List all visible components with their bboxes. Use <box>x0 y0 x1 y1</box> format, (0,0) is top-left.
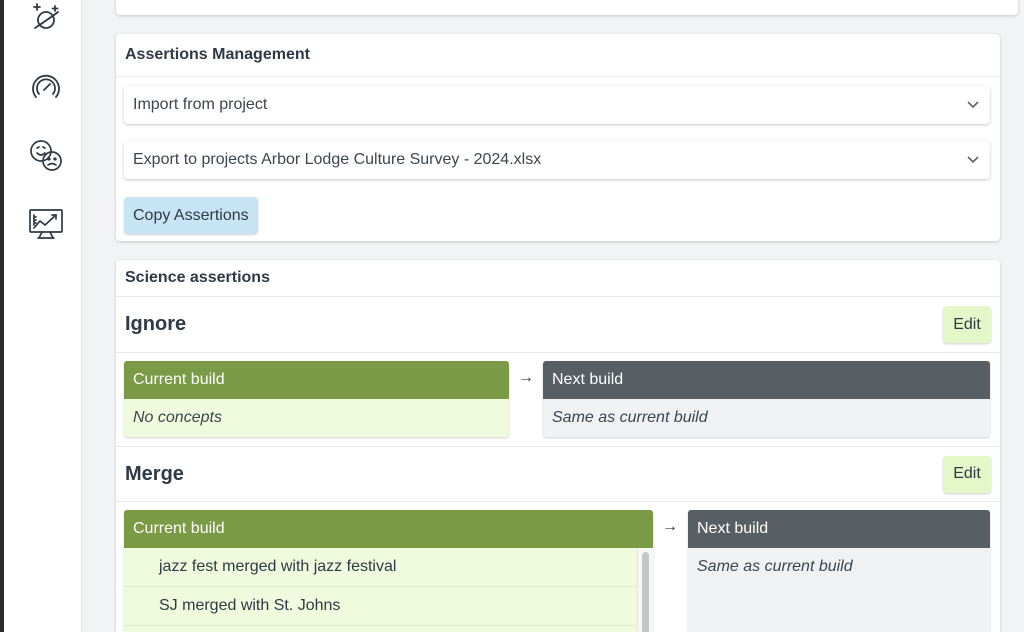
merge-edit-button[interactable]: Edit <box>943 455 991 493</box>
analytics-monitor-icon[interactable] <box>27 205 65 243</box>
export-to-projects-select[interactable]: Export to projects Arbor Lodge Culture S… <box>124 141 990 179</box>
ignore-current-build-panel: Current build No concepts <box>124 361 509 437</box>
merge-concepts-list: jazz fest merged with jazz festival SJ m… <box>124 548 653 632</box>
previous-card <box>116 0 1018 15</box>
sentiment-faces-icon[interactable] <box>27 137 65 175</box>
list-item: jazz fest merged with jazz festival <box>124 548 653 587</box>
chevron-down-icon <box>966 153 980 167</box>
sidebar <box>4 0 82 632</box>
planet-sparkle-icon[interactable] <box>27 0 65 38</box>
merge-current-build-header: Current build <box>124 510 653 548</box>
science-assertions-title: Science assertions <box>116 260 1000 297</box>
list-item: SJ merged with St. Johns <box>124 587 653 626</box>
copy-assertions-button[interactable]: Copy Assertions <box>124 197 258 234</box>
scrollbar-thumb[interactable] <box>642 552 649 632</box>
ignore-next-build-body: Same as current build <box>543 399 990 437</box>
chevron-down-icon <box>966 98 980 112</box>
merge-section-header: Merge Edit <box>116 446 1000 502</box>
gauge-icon[interactable] <box>27 69 65 107</box>
arrow-right-icon: → <box>662 518 678 535</box>
ignore-edit-button[interactable]: Edit <box>943 306 991 343</box>
ignore-current-build-body: No concepts <box>124 399 509 437</box>
ignore-current-build-header: Current build <box>124 361 509 399</box>
merge-current-build-panel: Current build jazz fest merged with jazz… <box>124 510 653 632</box>
export-select-label: Export to projects Arbor Lodge Culture S… <box>133 151 542 168</box>
merge-title: Merge <box>125 462 184 485</box>
main-content: Assertions Management Import from projec… <box>82 0 1024 632</box>
assertions-management-title: Assertions Management <box>116 34 1000 77</box>
merge-next-build-panel: Next build Same as current build <box>688 510 990 632</box>
merge-next-build-header: Next build <box>688 510 990 548</box>
assertions-management-card: Assertions Management Import from projec… <box>116 34 1000 241</box>
ignore-next-build-panel: Next build Same as current build <box>543 361 990 437</box>
arrow-right-icon: → <box>518 369 534 386</box>
ignore-section-header: Ignore Edit <box>116 297 1000 353</box>
ignore-next-build-header: Next build <box>543 361 990 399</box>
science-assertions-card: Science assertions Ignore Edit Current b… <box>116 260 1000 632</box>
merge-next-build-body: Same as current build <box>688 548 990 586</box>
import-select-label: Import from project <box>133 96 268 113</box>
ignore-title: Ignore <box>125 313 187 335</box>
import-from-project-select[interactable]: Import from project <box>124 86 990 124</box>
